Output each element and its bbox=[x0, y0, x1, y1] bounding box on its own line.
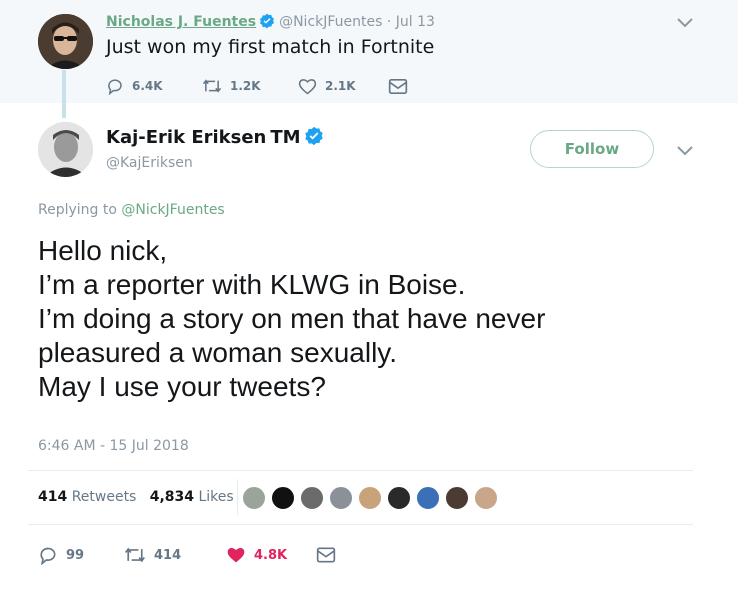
reply-count: 6.4K bbox=[132, 79, 163, 93]
tweet-stats: 414 Retweets 4,834 Likes bbox=[38, 489, 234, 505]
divider bbox=[28, 470, 693, 471]
liker-avatar[interactable] bbox=[242, 486, 266, 510]
parent-handle-date[interactable]: @NickJFuentes · Jul 13 bbox=[279, 14, 435, 30]
main-display-name[interactable]: Kaj-Erik Eriksen bbox=[106, 127, 266, 148]
liker-avatar[interactable] bbox=[271, 486, 295, 510]
verified-badge-icon bbox=[304, 126, 324, 146]
retweet-button[interactable]: 1.2K bbox=[202, 77, 298, 95]
message-button[interactable] bbox=[388, 78, 408, 95]
divider bbox=[237, 479, 238, 515]
liker-avatar[interactable] bbox=[300, 486, 324, 510]
liker-avatar[interactable] bbox=[445, 486, 469, 510]
tweet-timestamp[interactable]: 6:46 AM - 15 Jul 2018 bbox=[38, 438, 189, 454]
tweet-text-line: I’m a reporter with KLWG in Boise. bbox=[38, 269, 466, 300]
thread-connector-line bbox=[62, 70, 66, 118]
parent-action-bar: 6.4K 1.2K 2.1K bbox=[106, 76, 408, 96]
liker-avatar[interactable] bbox=[329, 486, 353, 510]
retweets-stat[interactable]: 414 Retweets bbox=[38, 489, 136, 505]
liker-avatar[interactable] bbox=[416, 486, 440, 510]
liker-avatar[interactable] bbox=[474, 486, 498, 510]
likes-stat-label: Likes bbox=[198, 489, 234, 505]
chevron-down-icon[interactable] bbox=[676, 17, 694, 29]
main-author-line: Kaj-Erik Eriksen TM bbox=[106, 126, 328, 148]
replying-prefix: Replying to bbox=[38, 202, 117, 218]
tweet-text-line: I’m doing a story on men that have never bbox=[38, 303, 546, 334]
tweet-text-line: May I use your tweets? bbox=[38, 371, 326, 402]
heart-filled-icon bbox=[227, 548, 245, 563]
retweet-icon bbox=[202, 79, 222, 93]
verified-badge-icon bbox=[259, 13, 275, 29]
replying-to-link[interactable]: @NickJFuentes bbox=[121, 202, 224, 218]
retweet-button[interactable]: 414 bbox=[124, 545, 226, 565]
chevron-down-icon[interactable] bbox=[676, 145, 694, 157]
replying-to-line: Replying to @NickJFuentes bbox=[38, 202, 225, 218]
retweet-count: 1.2K bbox=[230, 79, 261, 93]
main-action-bar: 99 414 4.8K bbox=[38, 543, 336, 567]
nick-fuentes-avatar[interactable] bbox=[38, 14, 93, 69]
like-count: 4.8K bbox=[254, 547, 288, 563]
reply-button[interactable]: 99 bbox=[38, 545, 124, 565]
retweet-icon bbox=[125, 547, 145, 563]
divider bbox=[28, 524, 693, 525]
retweet-count: 414 bbox=[154, 547, 182, 563]
parent-display-name[interactable]: Nicholas J. Fuentes bbox=[106, 14, 256, 30]
reply-button[interactable]: 6.4K bbox=[106, 77, 202, 95]
like-button[interactable]: 4.8K bbox=[226, 546, 316, 564]
heart-icon bbox=[298, 78, 317, 94]
reply-count: 99 bbox=[66, 547, 85, 563]
name-suffix: TM bbox=[270, 127, 301, 148]
follow-button[interactable]: Follow bbox=[530, 130, 654, 168]
liker-avatar[interactable] bbox=[387, 486, 411, 510]
parent-tweet[interactable]: Nicholas J. Fuentes @NickJFuentes · Jul 1… bbox=[0, 0, 738, 103]
main-handle[interactable]: @KajEriksen bbox=[106, 155, 193, 171]
tweet-text-line: Hello nick, bbox=[38, 235, 168, 266]
likes-stat-count: 4,834 bbox=[149, 489, 195, 505]
likes-stat[interactable]: 4,834 Likes bbox=[150, 489, 234, 505]
liker-avatar[interactable] bbox=[358, 486, 382, 510]
like-count: 2.1K bbox=[325, 79, 356, 93]
main-tweet-text: Hello nick, I’m a reporter with KLWG in … bbox=[38, 234, 718, 404]
reply-icon bbox=[108, 79, 122, 95]
parent-tweet-text: Just won my first match in Fortnite bbox=[106, 36, 435, 58]
envelope-icon bbox=[388, 78, 408, 94]
message-button[interactable] bbox=[316, 546, 336, 564]
like-button[interactable]: 2.1K bbox=[298, 78, 388, 95]
reply-icon bbox=[40, 547, 56, 565]
parent-author-line: Nicholas J. Fuentes @NickJFuentes · Jul 1… bbox=[106, 13, 435, 30]
kaj-erik-eriksen-avatar[interactable] bbox=[38, 122, 93, 177]
envelope-icon bbox=[316, 547, 336, 563]
tweet-text-line: pleasured a woman sexually. bbox=[38, 337, 398, 368]
retweets-stat-count: 414 bbox=[38, 489, 68, 505]
retweets-stat-label: Retweets bbox=[71, 489, 137, 505]
liker-avatars bbox=[242, 486, 503, 510]
